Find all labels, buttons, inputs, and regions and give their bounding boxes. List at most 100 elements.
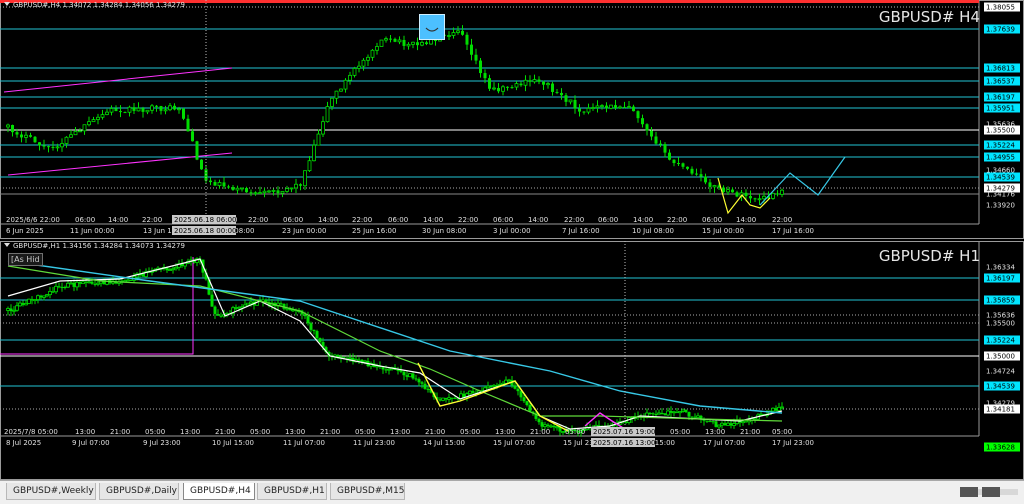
candle-body-bear	[222, 182, 226, 187]
candle-body-bull	[42, 295, 46, 298]
candle-body-bull	[507, 379, 511, 382]
candle-body-bull	[666, 410, 670, 416]
candle-body-bear	[695, 173, 698, 175]
candle-body-bear	[396, 369, 400, 371]
candle-body-bear	[708, 421, 712, 423]
candle-body-bull	[168, 269, 172, 271]
price-label: 1.33628	[986, 444, 1015, 452]
candle-body-bear	[605, 105, 608, 109]
candle-body-bull	[325, 106, 330, 123]
candle-body-bull	[82, 124, 87, 132]
h1-chart-canvas[interactable]: 1.36334 1.36197 1.35859 1.356361.35500 1.352…	[0, 241, 1024, 480]
candle-body-bear	[537, 418, 541, 423]
candle-body-bear	[731, 189, 734, 193]
candle-body-bull	[732, 423, 736, 426]
candle-body-bull	[343, 79, 348, 90]
time-label: 10 Jul 15:00	[212, 439, 254, 447]
candle-body-bull	[456, 30, 460, 33]
dropdown-icon[interactable]	[4, 2, 10, 6]
time-label-inner: 22:00	[458, 216, 478, 224]
candle-body-bull	[105, 111, 109, 115]
time-label: 11 Jun 00:00	[70, 227, 114, 235]
price-label: 1.35000	[986, 353, 1015, 361]
candle-body-bull	[352, 67, 357, 76]
hidden-objects-box[interactable]: [As Hid	[8, 253, 43, 266]
candle-body-bear	[318, 338, 322, 343]
price-label: 1.36197	[986, 94, 1015, 102]
price-label: 1.38055	[986, 4, 1015, 12]
chart-tab[interactable]: GBPUSD#,Daily	[99, 483, 179, 500]
price-label: 1.34539	[986, 383, 1015, 391]
candle-body-bear	[729, 423, 733, 426]
candle-body-bear	[426, 388, 430, 390]
candle-body-bear	[39, 295, 43, 298]
candle-body-bull	[384, 38, 388, 41]
candle-body-bull	[441, 397, 445, 401]
price-label: 1.35636	[986, 312, 1015, 320]
h4-chart-pane[interactable]: 1.38055 1.37639 1.36813 1.36537 1.36197 1.359…	[0, 0, 1024, 239]
candle-body-bear	[714, 421, 718, 427]
dropdown-icon[interactable]	[4, 243, 10, 247]
candle-body-bull	[24, 134, 28, 138]
candle-body-bear	[705, 420, 709, 422]
candle-body-bull	[717, 424, 721, 428]
candle-body-bear	[573, 99, 577, 109]
candle-body-bull	[18, 302, 22, 307]
candle-body-bull	[771, 193, 775, 199]
candle-body-bear	[654, 414, 658, 416]
candle-body-bull	[91, 119, 96, 123]
candle-body-bear	[420, 382, 424, 384]
box-object	[0, 257, 194, 355]
candle-body-bull	[123, 280, 127, 283]
candle-body-bear	[690, 416, 694, 418]
candle-body-bear	[21, 303, 25, 305]
time-label-inner: 06:00	[388, 216, 408, 224]
time-label-inner: 21:00	[740, 428, 760, 436]
candle-body-bear	[675, 411, 679, 413]
candle-body-bear	[384, 369, 388, 371]
candle-body-bear	[11, 125, 14, 133]
candle-body-bull	[591, 107, 595, 109]
candle-body-bear	[231, 187, 235, 190]
candle-body-bear	[699, 174, 703, 177]
chart-tab[interactable]: GBPUSD#,Weekly	[6, 483, 96, 500]
candle-body-bear	[540, 422, 544, 427]
candle-body-bear	[552, 425, 556, 428]
candle-body-bull	[54, 285, 58, 293]
candle-body-bear	[195, 141, 199, 160]
candle-body-bear	[489, 386, 493, 388]
candle-body-bear	[753, 198, 757, 200]
candle-body-bear	[681, 163, 685, 167]
candle-body-bull	[75, 281, 79, 288]
time-label-inner: 06:00	[493, 216, 513, 224]
candle-body-bull	[361, 59, 366, 67]
chart-tab[interactable]: GBPUSD#,H4	[183, 483, 255, 500]
time-label: 3 Jul 00:00	[493, 227, 531, 235]
h1-chart-pane[interactable]: 1.36334 1.36197 1.35859 1.35636 1.35500 1.352…	[0, 241, 1024, 480]
time-label: 15 Jul 07:00	[493, 439, 535, 447]
candle-body-bull	[411, 41, 415, 45]
tab-scroll-arrows[interactable]	[960, 487, 1020, 497]
smile-indicator-icon[interactable]	[419, 14, 445, 40]
candle-body-bear	[227, 186, 230, 188]
candle-body-bear	[357, 359, 361, 361]
chart-border	[0, 0, 1024, 239]
chart-tab[interactable]: GBPUSD#,M15	[330, 483, 405, 500]
candle-body-bull	[627, 106, 631, 109]
candle-body-bear	[213, 182, 217, 186]
time-label-inner: 14:00	[736, 216, 756, 224]
time-label-inner: 21:00	[110, 428, 130, 436]
candle-body-bear	[245, 188, 248, 193]
h4-chart-canvas[interactable]: 1.38055 1.37639 1.36813 1.36537 1.36197 1.359…	[0, 0, 1024, 239]
price-label: 1.35224	[986, 142, 1015, 150]
chart-tab[interactable]: GBPUSD#,H1	[257, 483, 327, 500]
candle-body-bull	[235, 187, 240, 191]
candle-body-bear	[722, 187, 725, 192]
time-label: 14 Jul 15:00	[423, 439, 465, 447]
candle-body-bear	[389, 38, 392, 40]
time-label-inner: 14:00	[528, 216, 548, 224]
time-label-inner: 13:00	[180, 428, 200, 436]
candle-body-bull	[96, 282, 100, 285]
candle-body-bear	[650, 130, 653, 137]
candle-body-bear	[30, 299, 34, 301]
